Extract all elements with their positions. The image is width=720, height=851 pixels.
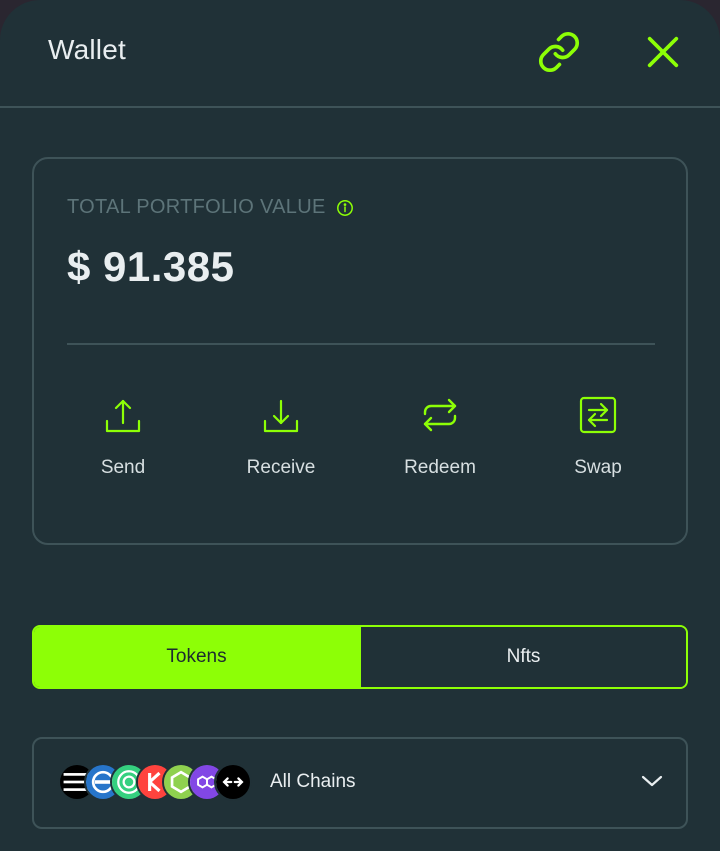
close-icon[interactable] <box>643 32 683 72</box>
send-button[interactable]: Send <box>53 395 193 485</box>
receive-button[interactable]: Receive <box>211 395 351 485</box>
wallet-header: Wallet <box>0 0 720 108</box>
tab-tokens[interactable]: Tokens <box>34 627 359 687</box>
send-label: Send <box>100 457 146 478</box>
wallet-panel: Wallet TOTAL PORTFOLIO VALUE $ 91.385 Se… <box>0 0 720 851</box>
swap-label: Swap <box>574 457 622 478</box>
chain-icons <box>58 763 258 801</box>
swap-icon <box>579 396 617 434</box>
receive-label: Receive <box>246 457 316 478</box>
chain-selector-label: All Chains <box>270 771 356 792</box>
redeem-button[interactable]: Redeem <box>370 395 510 485</box>
divider <box>67 343 655 345</box>
upload-icon <box>105 399 141 433</box>
portfolio-card: TOTAL PORTFOLIO VALUE $ 91.385 Send Rece… <box>32 157 688 545</box>
portfolio-value: $ 91.385 <box>67 243 235 290</box>
repeat-icon <box>423 398 457 432</box>
bridge-logo <box>214 763 252 801</box>
tab-nfts[interactable]: Nfts <box>359 627 686 687</box>
asset-tabs: Tokens Nfts <box>32 625 688 689</box>
download-icon <box>263 399 299 433</box>
redeem-label: Redeem <box>404 457 476 478</box>
swap-button[interactable]: Swap <box>528 395 668 485</box>
chain-selector[interactable]: All Chains <box>32 737 688 829</box>
info-icon[interactable] <box>336 199 354 217</box>
portfolio-label-row: TOTAL PORTFOLIO VALUE <box>67 196 354 219</box>
portfolio-label: TOTAL PORTFOLIO VALUE <box>67 196 326 218</box>
link-icon[interactable] <box>537 30 581 74</box>
chevron-down-icon <box>641 775 663 787</box>
page-title: Wallet <box>48 34 126 65</box>
